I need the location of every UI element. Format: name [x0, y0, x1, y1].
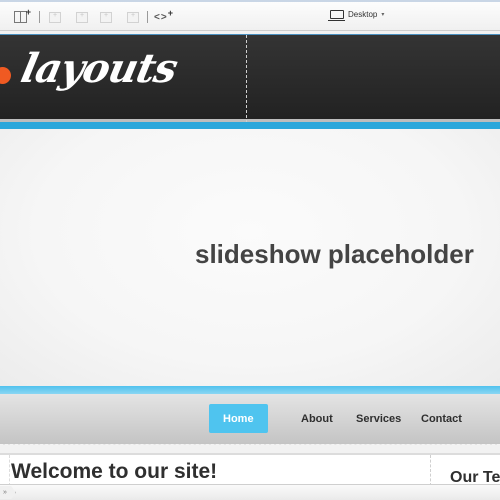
nav-contact[interactable]: Contact — [407, 404, 476, 433]
site-header[interactable]: layouts — [0, 34, 500, 123]
editor-window: + <> + Desktop ▾ layouts — [0, 0, 500, 500]
laptop-icon — [328, 10, 345, 21]
breadcrumb-expand-button[interactable]: » — [0, 486, 16, 499]
accent-bar — [0, 122, 500, 129]
toolbar-divider — [147, 11, 148, 23]
panel-plus-icon: + — [14, 7, 31, 23]
content-section: Welcome to our site! Our Te — [0, 453, 500, 484]
insert-above-button[interactable] — [127, 9, 139, 25]
nav-home[interactable]: Home — [209, 404, 268, 433]
site-logo[interactable]: layouts — [17, 45, 181, 92]
site-nav: Home About Services Contact — [0, 394, 500, 445]
plus-icon: + — [167, 8, 173, 18]
insert-below-icon — [100, 11, 112, 23]
insert-right-icon — [76, 11, 88, 23]
toolbar: + <> + Desktop ▾ — [0, 0, 500, 31]
add-code-button[interactable]: <> + — [154, 8, 173, 25]
toolbar-divider — [39, 11, 40, 23]
page-canvas: layouts slideshow placeholder Home About… — [0, 31, 500, 484]
device-label: Desktop — [348, 10, 378, 19]
slideshow-placeholder[interactable]: slideshow placeholder — [0, 129, 500, 386]
insert-right-button[interactable] — [76, 9, 88, 25]
sidebar-heading: Our Te — [450, 469, 500, 484]
insert-left-button[interactable] — [49, 9, 61, 25]
nav-accent-bar — [0, 386, 500, 394]
slideshow-label: slideshow placeholder — [195, 239, 474, 269]
welcome-heading: Welcome to our site! — [11, 460, 218, 483]
device-selector[interactable]: Desktop ▾ — [328, 10, 385, 21]
column-guide — [246, 35, 247, 123]
code-icon: <> — [154, 11, 168, 23]
insert-above-icon — [127, 11, 139, 23]
add-panel-button[interactable]: + — [14, 7, 31, 25]
logo-dot-icon — [0, 67, 11, 84]
main-column[interactable]: Welcome to our site! — [9, 455, 431, 484]
insert-left-icon — [49, 11, 61, 23]
plus-icon: + — [25, 7, 31, 17]
nav-services[interactable]: Services — [342, 404, 415, 433]
insert-below-button[interactable] — [100, 9, 112, 25]
chevron-down-icon: ▾ — [381, 12, 385, 18]
breadcrumb-bar: » — [0, 484, 500, 500]
nav-about[interactable]: About — [287, 404, 347, 433]
